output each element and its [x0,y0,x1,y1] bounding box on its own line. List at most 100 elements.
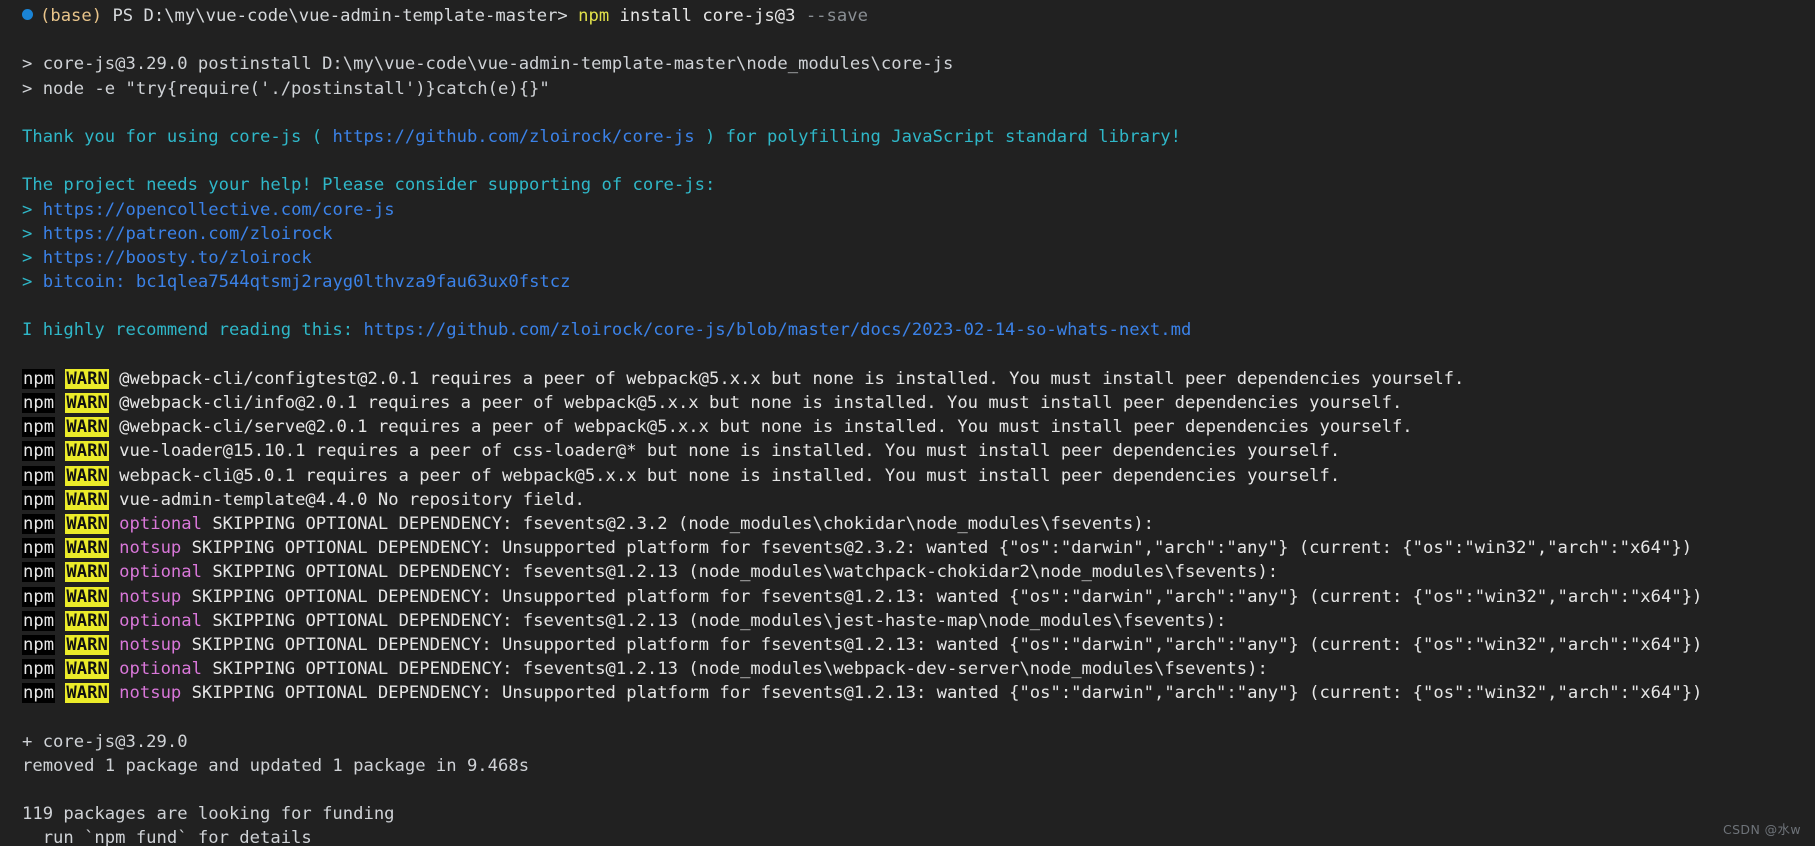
npm-warning-row: npm WARN vue-loader@15.10.1 requires a p… [0,439,1815,463]
npm-prefix-label: npm [22,417,56,438]
warn-badge: WARN [65,393,109,413]
npm-prefix-label: npm [22,562,56,583]
warn-message: SKIPPING OPTIONAL DEPENDENCY: Unsupporte… [191,683,1703,704]
summary-added: + core-js@3.29.0 [22,731,188,752]
npm-prefix-label: npm [22,489,56,510]
thanks-line: Thank you for using core-js ( https://gi… [0,125,1815,149]
opencollective-link[interactable]: https://opencollective.com/core-js [43,200,395,220]
terminal-window[interactable]: (base) PS D:\my\vue-code\vue-admin-templ… [0,0,1815,846]
warn-kind-label: optional [119,610,202,631]
warn-kind-label: notsup [119,634,182,655]
warn-badge: WARN [65,465,109,486]
npm-prefix-label: npm [22,393,56,413]
recommend-prefix: I highly recommend reading this: [22,320,364,341]
warn-badge: WARN [65,441,109,462]
warn-kind-label: optional [119,659,202,680]
postinstall-line-2: > node -e "try{require('./postinstall')}… [22,78,550,99]
prompt-path: D:\my\vue-code\vue-admin-template-master… [143,6,568,26]
whats-next-doc-link[interactable]: https://github.com/zloirock/core-js/blob… [363,320,1191,340]
arrow-icon: > [22,247,33,268]
npm-warning-row: npm WARN vue-admin-template@4.4.0 No rep… [0,488,1815,512]
warn-message: vue-loader@15.10.1 requires a peer of cs… [119,441,1341,462]
warn-kind-label: optional [119,513,202,534]
command-name: npm [578,6,610,26]
npm-warning-row: npm WARN @webpack-cli/info@2.0.1 require… [0,391,1815,415]
warn-badge: WARN [65,489,109,510]
npm-warning-row: npm WARN notsup SKIPPING OPTIONAL DEPEND… [0,681,1815,705]
npm-warning-row: npm WARN optional SKIPPING OPTIONAL DEPE… [0,657,1815,681]
npm-prefix-label: npm [22,683,56,704]
npm-prefix-label: npm [22,610,56,631]
npm-prefix-label: npm [22,634,56,655]
warn-message: SKIPPING OPTIONAL DEPENDENCY: fsevents@1… [212,562,1279,583]
npm-warning-row: npm WARN optional SKIPPING OPTIONAL DEPE… [0,560,1815,584]
npm-warning-row: npm WARN webpack-cli@5.0.1 requires a pe… [0,464,1815,488]
support-link-row: > https://patreon.com/zloirock [0,222,1815,246]
thanks-prefix: Thank you for using core-js ( [22,126,333,147]
npm-prefix-label: npm [22,513,56,534]
warn-kind-label: optional [119,562,202,583]
postinstall-line-1: > core-js@3.29.0 postinstall D:\my\vue-c… [22,54,954,75]
arrow-icon: > [22,199,33,220]
warn-kind-label: notsup [119,586,182,607]
funding-hint: run `npm fund` for details [22,828,312,846]
warn-badge: WARN [65,368,109,389]
support-link-row: > https://opencollective.com/core-js [0,198,1815,222]
blue-dot-icon [22,8,33,20]
warn-badge: WARN [65,586,109,607]
npm-prefix-label: npm [22,368,56,389]
csdn-watermark: CSDN @水w [1722,822,1801,837]
patreon-link[interactable]: https://patreon.com/zloirock [43,224,333,244]
warn-badge: WARN [65,683,109,704]
shell-label [102,6,112,26]
warn-badge: WARN [65,634,109,655]
command-gap [609,6,619,26]
command-gap2 [795,6,805,26]
warn-message: SKIPPING OPTIONAL DEPENDENCY: Unsupporte… [191,634,1703,655]
npm-prefix-label: npm [22,586,56,607]
support-heading-text: The project needs your help! Please cons… [22,175,716,196]
npm-warning-row: npm WARN notsup SKIPPING OPTIONAL DEPEND… [0,536,1815,560]
npm-warning-row: npm WARN @webpack-cli/configtest@2.0.1 r… [0,367,1815,391]
npm-warning-list: npm WARN @webpack-cli/configtest@2.0.1 r… [0,367,1815,706]
warn-badge: WARN [65,562,109,583]
bitcoin-address[interactable]: bitcoin: bc1qlea7544qtsmj2rayg0lthvza9fa… [43,272,571,292]
npm-warning-row: npm WARN notsup SKIPPING OPTIONAL DEPEND… [0,585,1815,609]
warn-badge: WARN [65,513,109,534]
warn-message: @webpack-cli/serve@2.0.1 requires a peer… [119,417,1413,438]
npm-prefix-label: npm [22,538,56,559]
npm-prefix-label: npm [22,441,56,462]
warn-message: webpack-cli@5.0.1 requires a peer of web… [119,465,1341,486]
arrow-icon: > [22,223,33,244]
warn-message: @webpack-cli/info@2.0.1 requires a peer … [119,393,1403,413]
warn-kind-label: notsup [119,683,182,704]
boosty-link[interactable]: https://boosty.to/zloirock [43,248,312,268]
conda-env-label: (base) [40,6,103,26]
warn-message: vue-admin-template@4.4.0 No repository f… [119,489,585,510]
npm-prefix-label: npm [22,659,56,680]
summary-result: removed 1 package and updated 1 package … [22,755,530,776]
shell-name: PS [112,6,134,26]
warn-message: SKIPPING OPTIONAL DEPENDENCY: Unsupporte… [191,586,1703,607]
thanks-suffix: ) for polyfilling JavaScript standard li… [694,126,1181,147]
warn-message: SKIPPING OPTIONAL DEPENDENCY: fsevents@1… [212,659,1268,680]
warn-badge: WARN [65,538,109,559]
prompt-gap [568,6,578,26]
core-js-github-link[interactable]: https://github.com/zloirock/core-js [332,127,694,147]
support-link-row: > https://boosty.to/zloirock [0,246,1815,270]
recommend-line: I highly recommend reading this: https:/… [0,318,1815,342]
command-args: install core-js@3 [619,6,796,26]
support-link-row: > bitcoin: bc1qlea7544qtsmj2rayg0lthvza9… [0,270,1815,294]
